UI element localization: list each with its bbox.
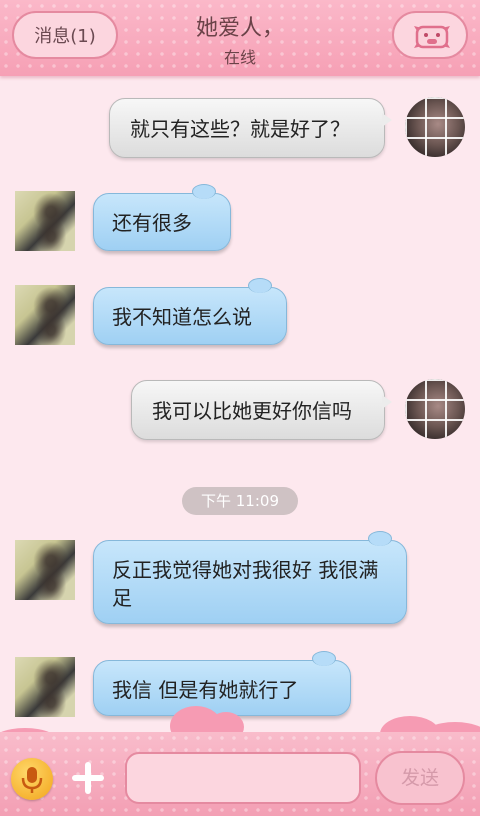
contact-avatar[interactable] bbox=[15, 540, 75, 600]
contact-avatar[interactable] bbox=[15, 657, 75, 717]
message-bubble-sent[interactable]: 我可以比她更好你信吗 bbox=[131, 380, 392, 440]
message-input[interactable] bbox=[125, 752, 361, 804]
message-bubble-received[interactable]: 反正我觉得她对我很好 我很满足 bbox=[93, 531, 407, 624]
contact-name: 她爱人， bbox=[195, 16, 284, 41]
message-bubble-received[interactable]: 还有很多 bbox=[93, 184, 231, 251]
microphone-icon bbox=[21, 767, 43, 793]
contact-status: 在线 bbox=[223, 48, 256, 67]
more-options-button[interactable] bbox=[66, 756, 110, 800]
my-avatar[interactable] bbox=[405, 97, 465, 157]
my-avatar[interactable] bbox=[405, 379, 465, 439]
chat-header: 消息(1) 她爱人， 在线 bbox=[0, 0, 480, 76]
plus-icon bbox=[72, 762, 104, 794]
message-bubble-sent[interactable]: 就只有这些？就是好了？ bbox=[109, 98, 392, 158]
send-button[interactable]: 发送 bbox=[375, 751, 465, 805]
voice-input-button[interactable] bbox=[11, 758, 53, 800]
back-messages-button[interactable]: 消息(1) bbox=[12, 11, 118, 59]
contact-avatar[interactable] bbox=[15, 191, 75, 251]
message-bubble-received[interactable]: 我不知道怎么说 bbox=[93, 278, 287, 345]
message-bubble-received[interactable]: 我信 但是有她就行了 bbox=[93, 651, 351, 716]
contact-profile-button[interactable] bbox=[392, 11, 468, 59]
contact-avatar[interactable] bbox=[15, 285, 75, 345]
message-timestamp: 下午 11:09 bbox=[182, 487, 298, 515]
pig-face-icon bbox=[414, 25, 450, 49]
